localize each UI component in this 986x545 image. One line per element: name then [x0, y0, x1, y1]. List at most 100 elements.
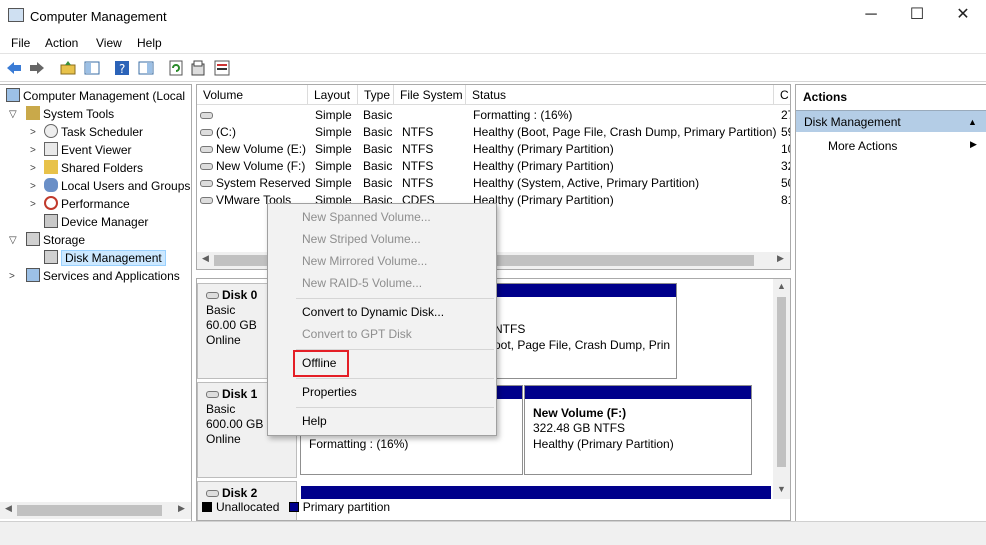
properties-icon[interactable]: [189, 59, 207, 77]
table-row[interactable]: New Volume (F:) Simple Basic NTFS Health…: [197, 158, 790, 175]
cell-fs: NTFS: [402, 176, 434, 190]
clock-icon: [44, 124, 58, 138]
expand-shared-folders[interactable]: >: [30, 163, 36, 174]
menu-item-new-striped-volume[interactable]: New Striped Volume...: [302, 232, 421, 246]
menu-separator: [296, 378, 494, 379]
scroll-thumb[interactable]: [17, 505, 162, 516]
menu-item-convert-dynamic[interactable]: Convert to Dynamic Disk...: [302, 305, 444, 319]
expand-local-users[interactable]: >: [30, 181, 36, 192]
title-bar: Computer Management ─ ☐ ✕: [0, 0, 986, 32]
cell-layout: Simple: [315, 142, 352, 156]
disk-management-icon: [44, 250, 58, 264]
help-icon[interactable]: ?: [113, 59, 131, 77]
menu-item-new-mirrored-volume[interactable]: New Mirrored Volume...: [302, 254, 427, 268]
table-row[interactable]: (C:) Simple Basic NTFS Healthy (Boot, Pa…: [197, 124, 790, 141]
menu-view[interactable]: View: [96, 36, 122, 50]
console-tree: Computer Management (Local ▽ System Tool…: [0, 84, 192, 521]
column-status[interactable]: Status: [466, 85, 774, 105]
tree-item-event-viewer[interactable]: Event Viewer: [44, 141, 131, 159]
scroll-right-icon[interactable]: ▶: [777, 253, 784, 264]
tree-item-system-tools[interactable]: System Tools: [26, 105, 114, 123]
minimize-button[interactable]: ─: [848, 0, 894, 32]
cell-fs: NTFS: [402, 125, 434, 139]
menu-help[interactable]: Help: [137, 36, 162, 50]
show-hide-tree-icon[interactable]: [83, 59, 101, 77]
close-button[interactable]: ✕: [940, 0, 986, 32]
disk-0-state: Online: [206, 333, 241, 347]
expand-services[interactable]: >: [9, 271, 15, 282]
menu-item-help[interactable]: Help: [302, 414, 327, 428]
expand-task-scheduler[interactable]: >: [30, 127, 36, 138]
disk-icon: [206, 490, 219, 497]
shared-folder-icon: [44, 160, 58, 174]
cell-capacity: 27: [781, 108, 790, 122]
menu-item-new-spanned-volume[interactable]: New Spanned Volume...: [302, 210, 431, 224]
cell-status: Healthy (Boot, Page File, Crash Dump, Pr…: [473, 125, 777, 139]
tree-item-shared-folders[interactable]: Shared Folders: [44, 159, 143, 177]
legend: Unallocated Primary partition: [196, 498, 390, 517]
tree-item-local-users[interactable]: Local Users and Groups: [44, 177, 190, 195]
status-bar: [0, 521, 986, 545]
refresh-icon[interactable]: [167, 59, 185, 77]
menu-item-offline[interactable]: Offline: [302, 356, 336, 370]
event-viewer-icon: [44, 142, 58, 156]
menu-item-properties[interactable]: Properties: [302, 385, 357, 399]
actions-header: Actions: [803, 90, 848, 104]
column-layout[interactable]: Layout: [308, 85, 358, 105]
menu-item-convert-gpt[interactable]: Convert to GPT Disk: [302, 327, 412, 341]
tree-horizontal-scrollbar[interactable]: ◀ ▶: [0, 502, 191, 519]
scroll-left-icon[interactable]: ◀: [202, 253, 209, 264]
export-list-icon[interactable]: [213, 59, 231, 77]
actions-section-disk-management[interactable]: Disk Management ▲: [796, 110, 986, 132]
menu-item-new-raid5-volume[interactable]: New RAID-5 Volume...: [302, 276, 422, 290]
disk-1-state: Online: [206, 432, 241, 446]
expand-performance[interactable]: >: [30, 199, 36, 210]
scroll-down-icon[interactable]: ▼: [777, 484, 786, 494]
collapse-storage[interactable]: ▽: [9, 235, 17, 246]
device-manager-icon: [44, 214, 58, 228]
collapse-up-icon[interactable]: ▲: [968, 111, 977, 133]
partition-name: New Volume (F:): [533, 406, 627, 420]
tree-item-task-scheduler[interactable]: Task Scheduler: [44, 123, 143, 141]
up-folder-icon[interactable]: [59, 59, 77, 77]
column-capacity[interactable]: C: [774, 85, 790, 105]
partition-fs: 322.48 GB NTFS: [533, 421, 626, 435]
tree-item-device-manager[interactable]: Device Manager: [44, 213, 148, 231]
column-file-system[interactable]: File System: [394, 85, 466, 105]
table-row[interactable]: New Volume (E:) Simple Basic NTFS Health…: [197, 141, 790, 158]
cell-layout: Simple: [315, 125, 352, 139]
more-actions-item[interactable]: More Actions: [828, 137, 897, 155]
menu-separator: [296, 298, 494, 299]
expand-event-viewer[interactable]: >: [30, 145, 36, 156]
column-type[interactable]: Type: [358, 85, 394, 105]
tree-item-services[interactable]: Services and Applications: [26, 267, 180, 285]
tree-root[interactable]: Computer Management (Local: [6, 87, 185, 105]
cell-layout: Simple: [315, 159, 352, 173]
graph-vertical-scrollbar[interactable]: ▲ ▼: [773, 279, 790, 499]
cell-fs: NTFS: [402, 159, 434, 173]
table-row[interactable]: System Reserved Simple Basic NTFS Health…: [197, 175, 790, 192]
disk-1-type: Basic: [206, 402, 236, 416]
tree-item-performance[interactable]: Performance: [44, 195, 130, 213]
forward-icon[interactable]: [28, 59, 46, 77]
scroll-left-icon[interactable]: ◀: [5, 503, 12, 514]
drive-icon: [200, 129, 213, 136]
back-icon[interactable]: [5, 59, 23, 77]
collapse-system-tools[interactable]: ▽: [9, 109, 17, 120]
maximize-button[interactable]: ☐: [894, 0, 940, 32]
disk-1-partition-f[interactable]: New Volume (F:) 322.48 GB NTFS Healthy (…: [524, 385, 752, 475]
show-hide-action-pane-icon[interactable]: [137, 59, 155, 77]
tree-item-disk-management[interactable]: Disk Management: [44, 249, 166, 267]
scroll-up-icon[interactable]: ▲: [777, 281, 786, 291]
scroll-right-icon[interactable]: ▶: [178, 503, 185, 514]
computer-icon: [6, 88, 20, 102]
table-row[interactable]: Simple Basic Formatting : (16%) 27: [197, 107, 790, 124]
drive-icon: [200, 180, 213, 187]
menu-action[interactable]: Action: [45, 36, 78, 50]
drive-icon: [200, 163, 213, 170]
scroll-thumb[interactable]: [777, 297, 786, 467]
cell-capacity: 59: [781, 125, 790, 139]
menu-file[interactable]: File: [11, 36, 30, 50]
column-volume[interactable]: Volume: [197, 85, 308, 105]
tree-item-storage[interactable]: Storage: [26, 231, 85, 249]
